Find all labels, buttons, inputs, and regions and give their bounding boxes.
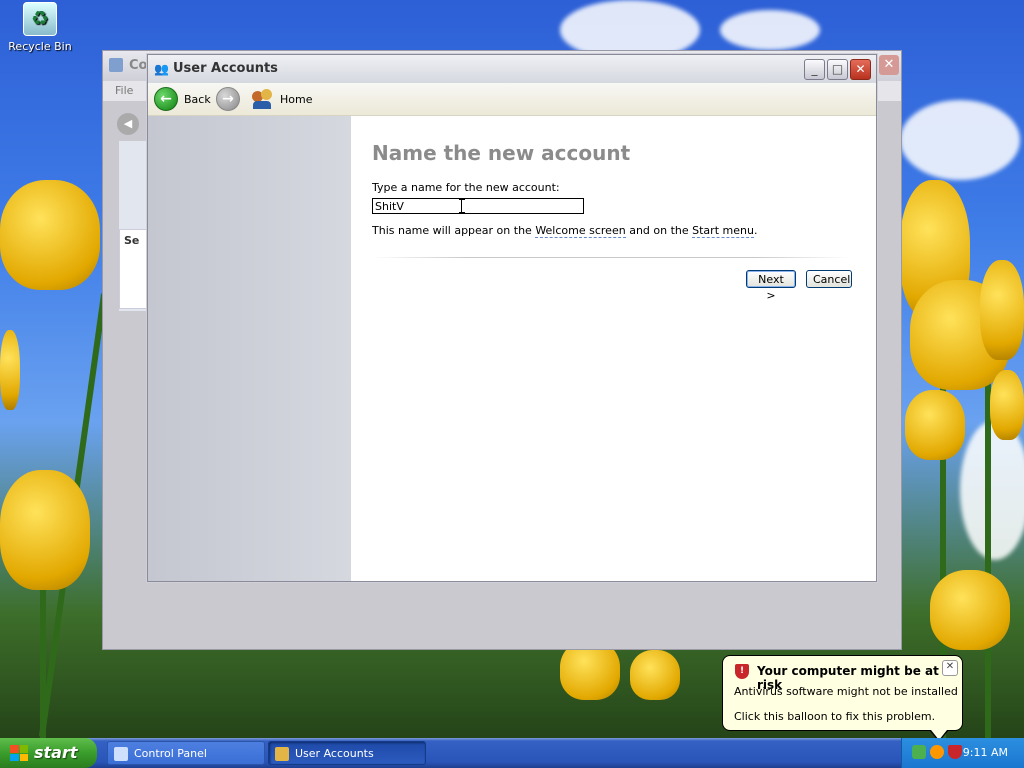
- start-button[interactable]: start: [0, 738, 97, 768]
- account-name-info: This name will appear on the Welcome scr…: [372, 224, 758, 238]
- users-home-icon: [252, 89, 274, 109]
- control-panel-icon: [109, 58, 123, 72]
- navigation-toolbar: ← Back → Home: [148, 83, 876, 116]
- forward-arrow-icon: →: [216, 87, 240, 111]
- account-name-prompt: Type a name for the new account:: [372, 181, 560, 194]
- user-accounts-app-icon: 👥: [154, 62, 169, 76]
- windows-logo-icon: [10, 745, 28, 761]
- info-middle: and on the: [625, 224, 693, 237]
- recycle-bin-icon: ♻: [23, 2, 57, 36]
- security-alert-tray-icon[interactable]: [948, 745, 962, 759]
- next-button[interactable]: Next >: [746, 270, 796, 302]
- taskbar: start Control Panel User Accounts 9:11 A…: [0, 738, 1024, 768]
- control-panel-back-icon[interactable]: ◀: [117, 113, 139, 135]
- security-shield-icon: !: [735, 664, 749, 679]
- info-prefix: This name will appear on the: [372, 224, 536, 237]
- clock[interactable]: 9:11 AM: [963, 738, 1008, 768]
- minimize-button[interactable]: _: [804, 59, 825, 80]
- control-panel-side-box: Se: [119, 229, 149, 309]
- balloon-action-text[interactable]: Click this balloon to fix this problem.: [734, 710, 935, 723]
- left-pane: [148, 116, 351, 581]
- divider: [372, 257, 850, 258]
- start-label: start: [34, 743, 78, 762]
- menu-file[interactable]: File: [115, 84, 133, 97]
- start-menu-link[interactable]: Start menu: [692, 224, 754, 238]
- cancel-button[interactable]: Cancel: [806, 270, 852, 288]
- welcome-screen-link[interactable]: Welcome screen: [535, 224, 626, 238]
- control-panel-side-label: Se: [124, 234, 140, 247]
- recycle-bin-label: Recycle Bin: [8, 40, 72, 53]
- balloon-close-button[interactable]: ✕: [942, 660, 958, 676]
- content-pane: Name the new account Type a name for the…: [351, 116, 876, 581]
- control-panel-sidebar: Se: [119, 141, 149, 311]
- account-name-input[interactable]: [372, 198, 584, 214]
- user-accounts-window[interactable]: 👥 User Accounts _ □ ✕ ← Back → Home Name…: [147, 54, 877, 582]
- balloon-message: Antivirus software might not be installe…: [734, 685, 958, 698]
- security-alert-balloon[interactable]: ! Your computer might be at risk ✕ Antiv…: [722, 655, 963, 742]
- taskbar-item-label: User Accounts: [295, 747, 374, 760]
- text-cursor-icon: [459, 199, 465, 213]
- network-icon[interactable]: [912, 745, 926, 759]
- window-title: User Accounts: [173, 61, 278, 76]
- page-title: Name the new account: [372, 141, 631, 165]
- control-panel-close-button[interactable]: ✕: [879, 55, 899, 75]
- close-button[interactable]: ✕: [850, 59, 871, 80]
- user-accounts-task-icon: [275, 747, 289, 761]
- maximize-button[interactable]: □: [827, 59, 848, 80]
- info-suffix: .: [753, 224, 758, 237]
- taskbar-item-label: Control Panel: [134, 747, 207, 760]
- taskbar-item-user-accounts[interactable]: User Accounts: [268, 741, 426, 765]
- back-label: Back: [184, 92, 211, 106]
- control-panel-task-icon: [114, 747, 128, 761]
- back-button[interactable]: ← Back: [154, 87, 211, 111]
- home-label: Home: [280, 92, 313, 106]
- security-center-icon[interactable]: [930, 745, 944, 759]
- home-button[interactable]: Home: [252, 87, 312, 111]
- taskbar-item-control-panel[interactable]: Control Panel: [107, 741, 265, 765]
- system-tray: 9:11 AM: [901, 738, 1024, 768]
- forward-button[interactable]: →: [216, 87, 240, 111]
- back-arrow-icon: ←: [154, 87, 178, 111]
- recycle-bin-desktop-icon[interactable]: ♻ Recycle Bin: [8, 2, 72, 53]
- user-accounts-titlebar[interactable]: 👥 User Accounts _ □ ✕: [148, 55, 876, 83]
